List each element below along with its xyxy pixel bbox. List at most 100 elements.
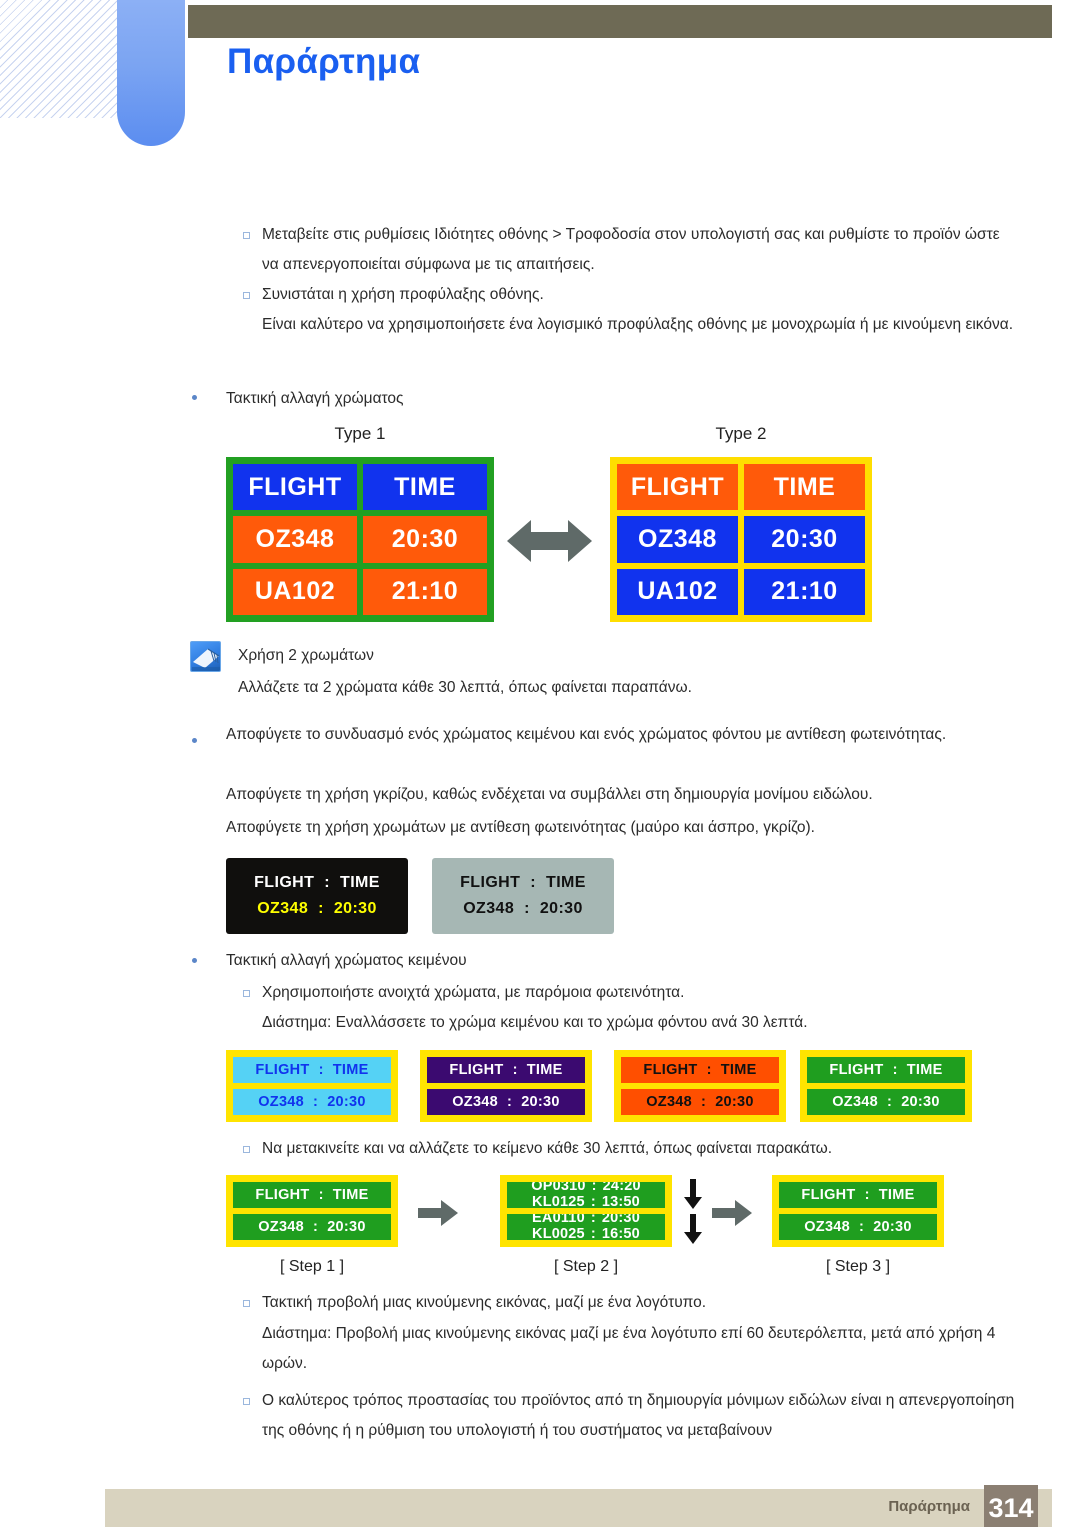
bullet-square — [243, 1300, 250, 1307]
swatch-time-value: 20:30 — [715, 1094, 754, 1110]
paragraph-2: Συνιστάται η χρήση προφύλαξης οθόνης. — [262, 286, 544, 303]
swatch-header-row: FLIGHT : TIME — [621, 1057, 779, 1083]
step2-colon: : — [591, 1182, 597, 1194]
bullet-square — [243, 232, 250, 239]
bullet-dot — [192, 958, 197, 963]
bullet-dot — [192, 738, 197, 743]
page-title: Παράρτημα — [227, 42, 421, 81]
step2-scroll-top: OP0310:24:20 KL0125:13:50 — [507, 1182, 665, 1208]
example-flight-label: FLIGHT — [460, 874, 521, 891]
swatch-time-value: 20:30 — [327, 1094, 366, 1110]
step2-colon: : — [590, 1214, 596, 1226]
step2-label: [ Step 2 ] — [553, 1258, 619, 1275]
swatch-colon: : — [318, 1062, 324, 1078]
swatch-header-row: FLIGHT : TIME — [807, 1057, 965, 1083]
swatch-flight-value: OZ348 — [452, 1094, 499, 1110]
example-time-value: 20:30 — [539, 900, 583, 917]
step2-scroll-line-1: OP0310:24:20 — [507, 1182, 665, 1194]
step2-flight-4: KL0025 — [532, 1226, 585, 1240]
flight-board-type1: FLIGHT TIME OZ348 20:30 UA102 21:10 — [226, 457, 494, 622]
type1-label: Type 1 — [334, 424, 386, 443]
step3-flight-value: OZ348 — [804, 1219, 851, 1235]
step3-colon: : — [859, 1219, 865, 1235]
example-header-row: FLIGHT : TIME — [226, 874, 408, 892]
right-arrow-icon-2 — [712, 1199, 752, 1227]
paragraph-10: Διάστημα: Εναλλάσσετε το χρώμα κειμένου … — [262, 1014, 808, 1031]
example-data-row: OZ348 : 20:30 — [432, 900, 614, 918]
type2-label: Type 2 — [715, 424, 767, 443]
swatch-data-row: OZ348 : 20:30 — [807, 1089, 965, 1115]
paragraph-4: Τακτική αλλαγή χρώματος — [226, 390, 404, 407]
note-pen-icon — [190, 641, 221, 672]
swatch-colon: : — [313, 1094, 319, 1110]
step2-time-3: 20:30 — [601, 1214, 640, 1226]
note-text: Αλλάζετε τα 2 χρώματα κάθε 30 λεπτά, όπω… — [238, 679, 692, 696]
board1-cell-flight: FLIGHT — [233, 464, 357, 511]
page-root: Παράρτημα Μεταβείτε στις ρυθμίσεις Ιδιότ… — [0, 0, 1080, 1527]
example-header-row: FLIGHT : TIME — [432, 874, 614, 892]
paragraph-11: Να μετακινείτε και να αλλάζετε το κείμεν… — [262, 1140, 833, 1157]
example-time-label: TIME — [340, 874, 380, 891]
step3-header-row: FLIGHT : TIME — [779, 1182, 937, 1208]
step1-flight-value: OZ348 — [258, 1219, 305, 1235]
board2-cell-time: TIME — [744, 464, 865, 511]
example-time-label: TIME — [546, 874, 586, 891]
step1-colon: : — [318, 1187, 324, 1203]
swatch-flight-label: FLIGHT — [449, 1062, 504, 1078]
board1-cell-oz-time: 20:30 — [363, 516, 487, 563]
example-colon: : — [524, 900, 530, 917]
step1-header-row: FLIGHT : TIME — [233, 1182, 391, 1208]
board1-cell-ua: UA102 — [233, 568, 357, 615]
footer-label: Παράρτημα — [888, 1498, 970, 1515]
blue-tab-decoration — [117, 0, 185, 146]
paragraph-5: Αποφύγετε το συνδυασμό ενός χρώματος κει… — [226, 726, 947, 743]
paragraph-14: Ο καλύτερος τρόπος προστασίας του προϊόν… — [262, 1392, 1015, 1439]
color-swatch-orange: FLIGHT : TIME OZ348 : 20:30 — [614, 1050, 786, 1122]
example-colon: : — [324, 874, 331, 891]
example-data-row: OZ348 : 20:30 — [226, 900, 408, 918]
color-swatch-green: FLIGHT : TIME OZ348 : 20:30 — [800, 1050, 972, 1122]
color-swatch-cyan: FLIGHT : TIME OZ348 : 20:30 — [226, 1050, 398, 1122]
step1-flight-label: FLIGHT — [255, 1187, 310, 1203]
example-flight-value: OZ348 — [463, 900, 515, 917]
paragraph-6: Αποφύγετε τη χρήση γκρίζου, καθώς ενδέχε… — [226, 786, 873, 803]
step1-time-value: 20:30 — [327, 1219, 366, 1235]
board2-cell-ua: UA102 — [617, 568, 738, 615]
step3-time-value: 20:30 — [873, 1219, 912, 1235]
swatch-time-label: TIME — [720, 1062, 757, 1078]
example-time-value: 20:30 — [333, 900, 377, 917]
swatch-time-label: TIME — [332, 1062, 369, 1078]
step2-colon: : — [590, 1226, 596, 1240]
swatch-colon: : — [887, 1094, 893, 1110]
step3-display: FLIGHT : TIME OZ348 : 20:30 — [772, 1175, 944, 1247]
step3-colon: : — [864, 1187, 870, 1203]
example-colon: : — [318, 900, 324, 917]
swatch-time-label: TIME — [906, 1062, 943, 1078]
swatch-flight-value: OZ348 — [646, 1094, 693, 1110]
step1-time-label: TIME — [332, 1187, 369, 1203]
swatch-colon: : — [706, 1062, 712, 1078]
board2-cell-flight: FLIGHT — [617, 464, 738, 511]
color-swatch-purple: FLIGHT : TIME OZ348 : 20:30 — [420, 1050, 592, 1122]
swatch-colon: : — [701, 1094, 707, 1110]
paragraph-7: Αποφύγετε τη χρήση χρωμάτων με αντίθεση … — [226, 819, 815, 836]
swatch-data-row: OZ348 : 20:30 — [233, 1089, 391, 1115]
board2-cell-oz: OZ348 — [617, 516, 738, 563]
bullet-dot — [192, 395, 197, 400]
swatch-flight-value: OZ348 — [258, 1094, 305, 1110]
bullet-square — [243, 990, 250, 997]
down-arrow-icon-2 — [684, 1214, 702, 1244]
step3-label: [ Step 3 ] — [825, 1258, 891, 1275]
step1-display: FLIGHT : TIME OZ348 : 20:30 — [226, 1175, 398, 1247]
board2-cell-ua-time: 21:10 — [744, 568, 865, 615]
example-colon: : — [530, 874, 537, 891]
step2-flight-2: KL0125 — [532, 1194, 585, 1208]
swatch-flight-value: OZ348 — [832, 1094, 879, 1110]
bullet-square — [243, 1146, 250, 1153]
board2-cell-oz-time: 20:30 — [744, 516, 865, 563]
bullet-square — [243, 292, 250, 299]
contrast-example-gray: FLIGHT : TIME OZ348 : 20:30 — [432, 858, 614, 934]
step2-display: OP0310:24:20 KL0125:13:50 EA0110:20:30 K… — [500, 1175, 672, 1247]
step2-colon: : — [590, 1194, 596, 1208]
step2-scroll-bottom: EA0110:20:30 KL0025:16:50 — [507, 1214, 665, 1240]
